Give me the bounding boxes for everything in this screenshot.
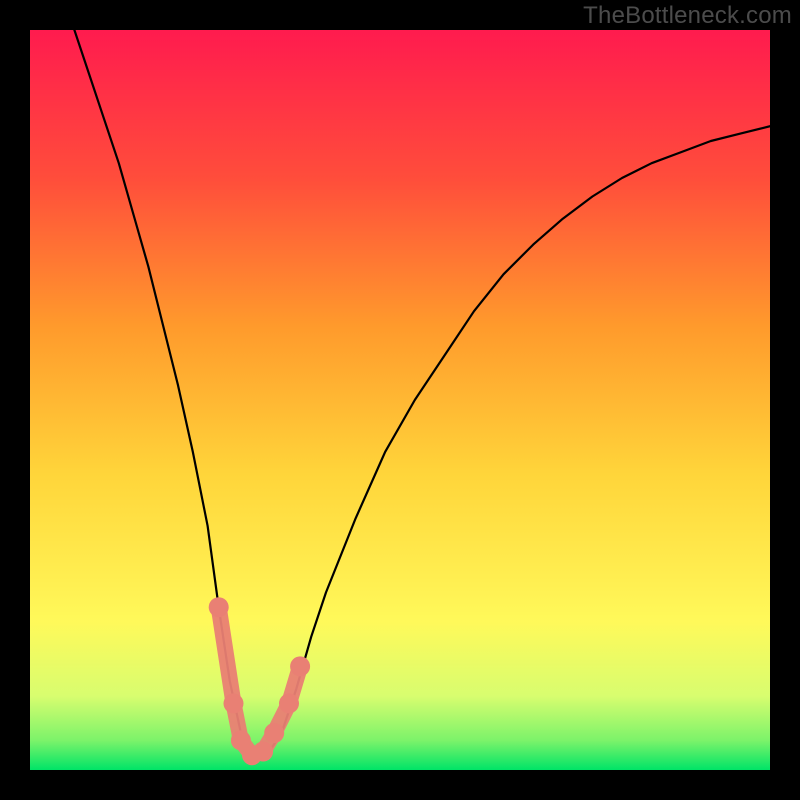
marker-point-5	[264, 723, 284, 743]
plot-area	[30, 30, 770, 770]
marker-point-6	[279, 693, 299, 713]
bottleneck-chart	[30, 30, 770, 770]
marker-point-0	[209, 597, 229, 617]
marker-point-4	[253, 742, 273, 762]
watermark-text: TheBottleneck.com	[583, 2, 792, 30]
marker-point-7	[290, 656, 310, 676]
chart-frame: TheBottleneck.com	[0, 0, 800, 800]
gradient-background	[30, 30, 770, 770]
marker-point-1	[224, 693, 244, 713]
